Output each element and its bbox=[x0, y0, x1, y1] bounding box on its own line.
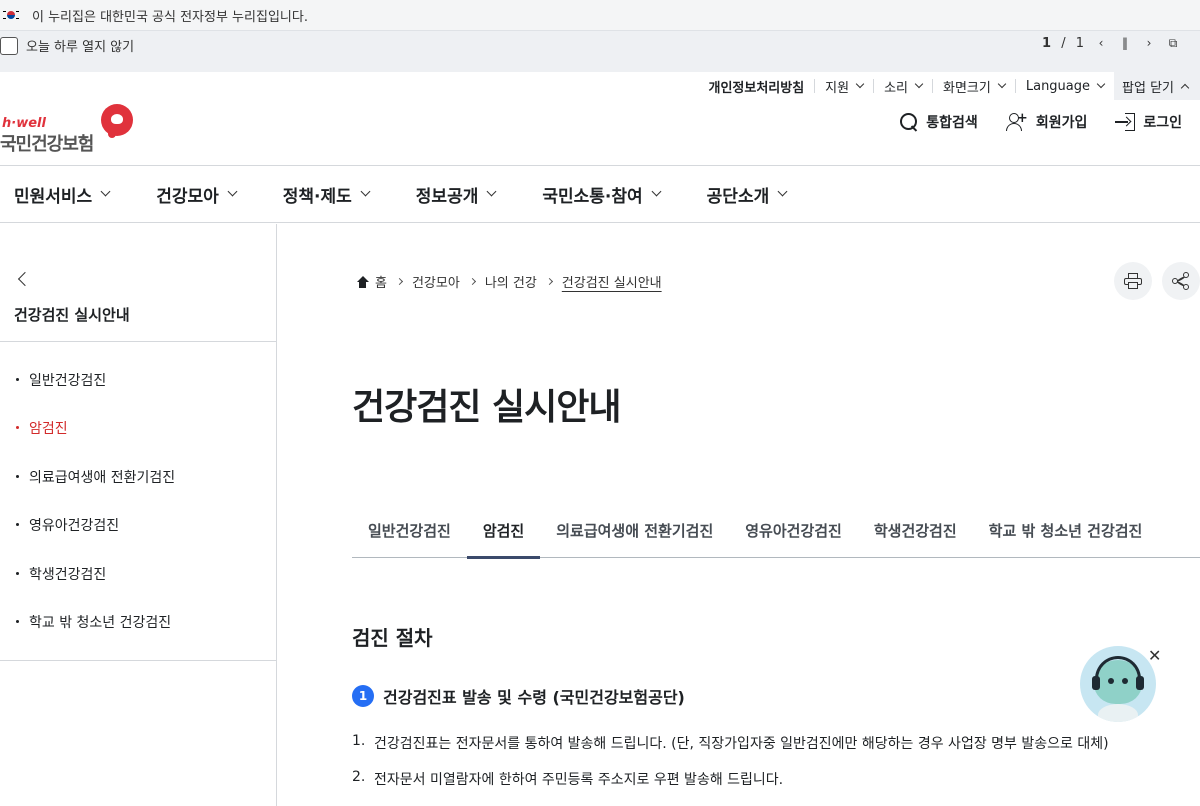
add-user-icon: + bbox=[1005, 112, 1028, 131]
signup-button[interactable]: + 회원가입 bbox=[1005, 112, 1087, 132]
breadcrumb-home[interactable]: 홈 bbox=[375, 272, 387, 291]
chatbot-close-icon[interactable]: ✕ bbox=[1148, 646, 1161, 665]
tab-general-checkup[interactable]: 일반건강검진 bbox=[352, 508, 467, 558]
chevron-down-icon bbox=[855, 79, 865, 89]
procedure-list: 1. 건강검진표는 전자문서를 통하여 발송해 드립니다. (단, 직장가입자중… bbox=[352, 733, 1109, 805]
screen-size-menu[interactable]: 화면크기 bbox=[932, 79, 1015, 96]
breadcrumb-health[interactable]: 건강모아 bbox=[412, 272, 460, 291]
popup-close-button[interactable]: 팝업 닫기 bbox=[1114, 72, 1200, 100]
main-nav: 민원서비스 건강모아 정책·제도 정보공개 국민소통·참여 공단소개 bbox=[0, 165, 1200, 223]
chevron-right-icon bbox=[395, 277, 404, 286]
step-number-badge: 1 bbox=[352, 685, 374, 707]
chevron-right-icon bbox=[468, 277, 476, 286]
checkup-tabs: 일반건강검진 암검진 의료급여생애 전환기검진 영유아건강검진 학생건강검진 학… bbox=[352, 508, 1200, 559]
search-button[interactable]: 통합검색 bbox=[900, 112, 978, 132]
breadcrumb-current[interactable]: 건강검진 실시안내 bbox=[562, 272, 662, 291]
chevron-down-icon bbox=[360, 186, 371, 197]
side-item-infant-checkup[interactable]: 영유아건강검진 bbox=[14, 515, 175, 563]
side-item-cancer-screening[interactable]: 암검진 bbox=[14, 418, 175, 466]
tab-student-checkup[interactable]: 학생건강검진 bbox=[858, 508, 973, 558]
gnb-menu-civil-service[interactable]: 민원서비스 bbox=[14, 182, 111, 207]
page-title: 건강검진 실시안내 bbox=[352, 387, 621, 428]
gnb-menu-policy[interactable]: 정책·제도 bbox=[283, 182, 371, 207]
gnb-menu-health[interactable]: 건강모아 bbox=[156, 182, 238, 207]
sound-menu[interactable]: 소리 bbox=[873, 79, 932, 96]
divider bbox=[0, 660, 276, 661]
step-title: 건강검진표 발송 및 수령 (국민건강보험공단) bbox=[383, 688, 685, 707]
login-button[interactable]: 로그인 bbox=[1115, 112, 1182, 132]
side-item-student-checkup[interactable]: 학생건강검진 bbox=[14, 564, 175, 612]
dont-open-today-label: 오늘 하루 열지 않기 bbox=[26, 40, 135, 55]
chevron-down-icon bbox=[914, 79, 924, 89]
breadcrumb-my-health[interactable]: 나의 건강 bbox=[485, 272, 537, 291]
chatbot-button[interactable] bbox=[1080, 646, 1156, 722]
print-button[interactable] bbox=[1114, 262, 1152, 300]
side-nav-title: 건강검진 실시안내 bbox=[14, 306, 130, 324]
gov-banner: 이 누리집은 대한민국 공식 전자정부 누리집입니다. bbox=[0, 0, 1200, 30]
chevron-down-icon bbox=[651, 186, 662, 197]
chevron-down-icon bbox=[227, 186, 238, 197]
side-nav: 건강검진 실시안내 일반건강검진 암검진 의료급여생애 전환기검진 영유아건강검… bbox=[0, 224, 277, 806]
divider bbox=[0, 341, 276, 342]
gov-banner-text: 이 누리집은 대한민국 공식 전자정부 누리집입니다. bbox=[32, 9, 308, 25]
chevron-down-icon bbox=[486, 186, 497, 197]
page-indicator: 1 / 1 bbox=[1042, 35, 1084, 51]
heart-logo-icon bbox=[101, 104, 133, 136]
chevron-left-icon[interactable]: ‹ bbox=[1094, 35, 1108, 51]
nhis-logo[interactable]: h·well 국민건강보험 bbox=[0, 102, 140, 155]
chevron-right-icon[interactable]: › bbox=[1142, 35, 1156, 51]
side-item-out-of-school-youth[interactable]: 학교 밖 청소년 건강검진 bbox=[14, 612, 175, 660]
list-item: 2. 전자문서 미열람자에 한하여 주민등록 주소지로 우편 발송해 드립니다. bbox=[352, 769, 784, 788]
share-button[interactable] bbox=[1162, 262, 1200, 300]
print-icon bbox=[1124, 273, 1142, 289]
chevron-up-icon bbox=[1180, 83, 1190, 92]
header-actions: 통합검색 + 회원가입 로그인 bbox=[900, 112, 1182, 132]
tab-cancer-screening[interactable]: 암검진 bbox=[466, 508, 541, 559]
pause-icon[interactable]: ‖ bbox=[1118, 35, 1132, 51]
back-chevron-icon[interactable] bbox=[17, 271, 33, 287]
dont-open-today-checkbox[interactable]: 오늘 하루 열지 않기 bbox=[0, 36, 134, 55]
checkbox-box[interactable] bbox=[0, 36, 18, 55]
korea-flag-icon bbox=[2, 9, 20, 21]
chevron-down-icon bbox=[997, 79, 1007, 89]
login-icon bbox=[1115, 113, 1136, 131]
chevron-right-icon bbox=[545, 277, 553, 286]
tab-medical-aid-transition[interactable]: 의료급여생애 전환기검진 bbox=[540, 508, 729, 558]
logo-ko-text: 국민건강보험 bbox=[0, 134, 94, 155]
privacy-policy-link[interactable]: 개인정보처리방침 bbox=[698, 79, 814, 96]
gnb-menu-participation[interactable]: 국민소통·참여 bbox=[542, 182, 662, 207]
popup-pager: 1 / 1 ‹ ‖ › ⧉ bbox=[1042, 35, 1180, 51]
chevron-down-icon bbox=[1096, 79, 1106, 89]
logo-en-text: h·well bbox=[2, 116, 46, 131]
gnb-menu-about[interactable]: 공단소개 bbox=[707, 182, 788, 207]
share-icon bbox=[1172, 272, 1190, 290]
search-icon bbox=[900, 113, 918, 131]
side-item-medical-aid-transition[interactable]: 의료급여생애 전환기검진 bbox=[14, 467, 175, 515]
tab-out-of-school-youth[interactable]: 학교 밖 청소년 건강검진 bbox=[973, 508, 1159, 558]
step-heading: 1 건강검진표 발송 및 수령 (국민건강보험공단) bbox=[352, 684, 685, 708]
language-menu[interactable]: Language bbox=[1014, 79, 1114, 94]
list-item: 1. 건강검진표는 전자문서를 통하여 발송해 드립니다. (단, 직장가입자중… bbox=[352, 733, 1109, 752]
chevron-down-icon bbox=[777, 186, 788, 197]
chevron-down-icon bbox=[100, 186, 111, 197]
tab-infant-checkup[interactable]: 영유아건강검진 bbox=[729, 508, 858, 558]
utility-bar: 개인정보처리방침 지원 소리 화면크기 Language 팝업 닫기 bbox=[698, 72, 1200, 100]
section-title: 검진 절차 bbox=[352, 626, 433, 650]
support-menu[interactable]: 지원 bbox=[814, 79, 873, 96]
side-item-general-checkup[interactable]: 일반건강검진 bbox=[14, 370, 175, 418]
home-icon bbox=[356, 275, 369, 288]
window-icon[interactable]: ⧉ bbox=[1166, 35, 1180, 51]
popup-zone: 오늘 하루 열지 않기 1 / 1 ‹ ‖ › ⧉ bbox=[0, 30, 1200, 72]
gnb-menu-disclosure[interactable]: 정보공개 bbox=[416, 182, 497, 207]
breadcrumb: 홈 건강모아 나의 건강 건강검진 실시안내 bbox=[356, 272, 662, 291]
